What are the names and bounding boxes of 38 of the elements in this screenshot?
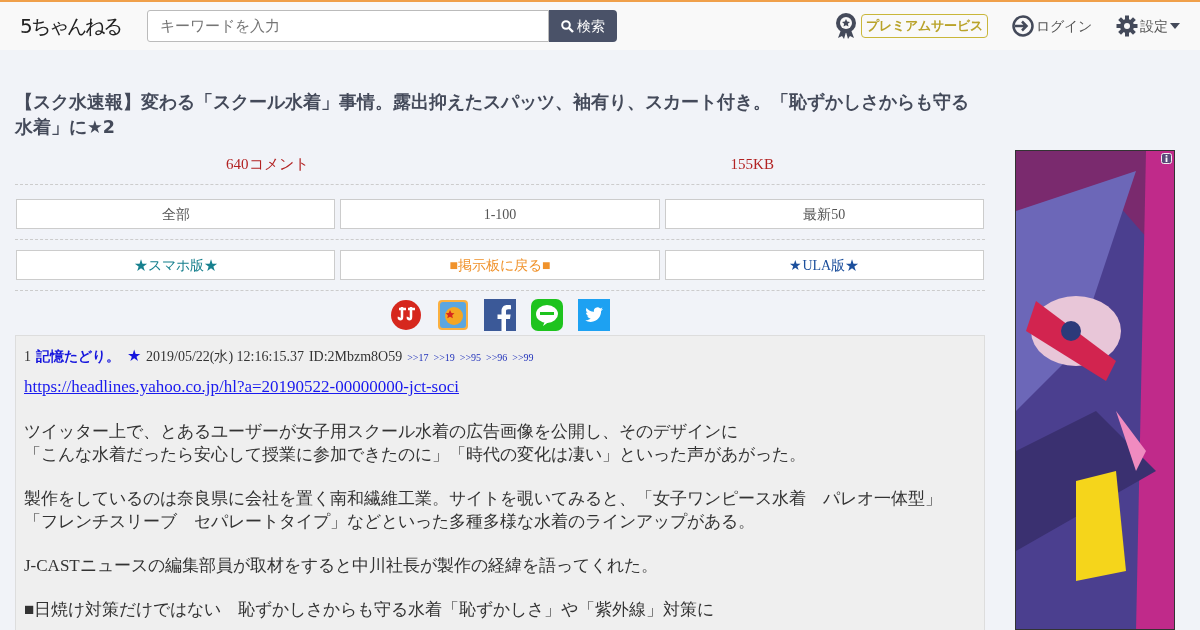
app-icon[interactable] xyxy=(437,299,469,331)
post-paragraph: J-CASTニュースの編集部員が取材をすると中川社長が製作の経緯を語ってくれた。 xyxy=(24,554,659,577)
poster-name: 記憶たどり。 xyxy=(36,347,120,366)
thread-stat: 155KB xyxy=(730,156,774,172)
nav-button[interactable]: ★スマホ版★ xyxy=(16,250,336,280)
thread-stat: 640コメント xyxy=(226,156,309,172)
poster-mark: ★ xyxy=(127,346,141,366)
search-button[interactable]: 検索 xyxy=(549,10,617,42)
post-paragraph: ツイッター上で、とあるユーザーが女子用スクール水着の広告画像を公開し、そのデザインに 「こんな水着だったら安心して授業に参加できたのに」「時代の変化は凄い」といった声があがった。 xyxy=(24,420,807,466)
reply-link[interactable]: >>17 xyxy=(407,350,429,365)
facebook-icon[interactable] xyxy=(484,299,516,331)
logo-icon[interactable] xyxy=(390,299,422,331)
post-paragraph: ■日焼け対策だけではない 恥ずかしさからも守る水着「恥ずかしさ」や「紫外線」対策に xyxy=(24,598,716,621)
caret-icon xyxy=(1170,23,1180,29)
nav-button[interactable]: ★ULA版★ xyxy=(664,250,984,280)
search-field[interactable]: キーワードを入力 xyxy=(147,10,549,42)
article-link[interactable]: https://headlines.yahoo.co.jp/hl?a=20190522-00000000-jct-soci xyxy=(24,374,459,400)
post-paragraph: 製作をしているのは奈良県に会社を置く南和繊維工業。サイトを覗いてみると、「女子ワンピース水着 パレオ一体型」 「フレンチスリーブ セパレートタイプ」などといった多種多様な水着のラインアップがある。 xyxy=(24,487,943,533)
reply-link[interactable]: >>19 xyxy=(433,350,455,365)
site-logo[interactable]: 5ちゃんねる xyxy=(20,11,147,41)
login-link[interactable]: ログイン xyxy=(1012,15,1092,37)
login-icon xyxy=(1012,15,1034,37)
thread-title: 【スク水速報】変わる「スクール水着」事情。露出抑えたスパッツ、袖有り、スカート付き。「恥ずかしさからも守る水着」に★2 xyxy=(15,91,970,139)
reply-link[interactable]: >>99 xyxy=(512,350,534,365)
poster-id: ID:2Mbzm8O59 xyxy=(308,348,403,366)
post-date: 2019/05/22(水) 12:16:15.37 xyxy=(146,348,304,366)
nav-button[interactable]: 全部 xyxy=(16,199,336,229)
settings-menu[interactable]: 設定 xyxy=(1116,15,1180,37)
info-icon[interactable] xyxy=(1161,153,1172,164)
nav-button[interactable]: 1-100 xyxy=(340,199,660,229)
reply-link[interactable]: >>96 xyxy=(486,350,508,365)
post-number: 1 xyxy=(24,348,31,366)
search-icon xyxy=(561,19,574,33)
reply-link[interactable]: >>95 xyxy=(459,350,482,365)
award-icon xyxy=(835,12,857,40)
settings-icon xyxy=(1116,15,1138,37)
twitter-icon[interactable] xyxy=(578,299,610,331)
nav-button[interactable]: 最新50 xyxy=(664,199,984,229)
